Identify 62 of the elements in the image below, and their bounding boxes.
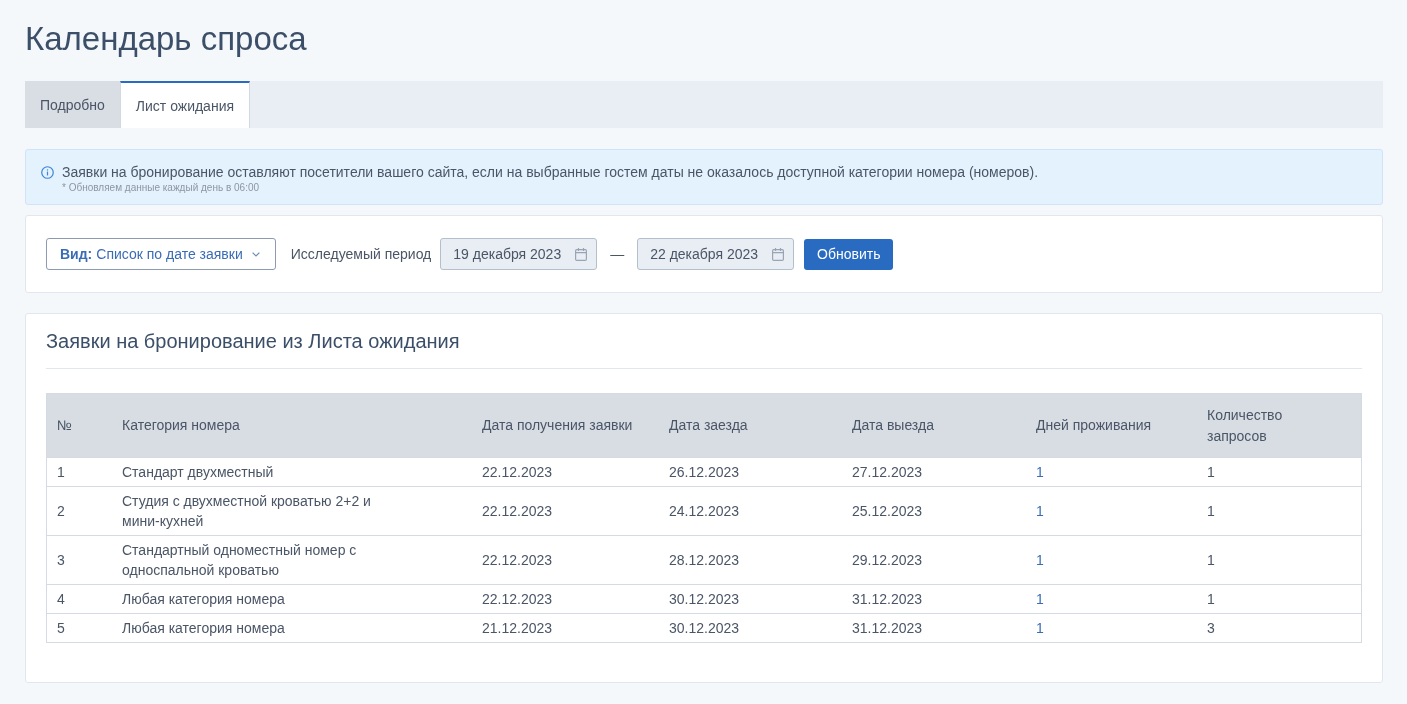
table-cell: 2 <box>46 486 112 536</box>
date-value: 22 декабря 2023 <box>650 246 759 262</box>
column-header: № <box>46 393 112 458</box>
column-header: Дата выезда <box>842 393 1026 458</box>
table-cell: 1 <box>1197 535 1362 585</box>
column-header: Дней проживания <box>1026 393 1197 458</box>
table-cell: 1 <box>1026 613 1197 643</box>
table-cell: Стандарт двухместный <box>112 457 472 487</box>
table-cell: Студия с двухместной кроватью 2+2 и мини-кухней <box>112 486 472 536</box>
view-value: Список по дате заявки <box>96 246 243 262</box>
date-separator: — <box>610 246 625 262</box>
table-cell: 1 <box>46 457 112 487</box>
table-title: Заявки на бронирование из Листа ожидания <box>46 314 1362 369</box>
table-cell: 4 <box>46 584 112 614</box>
table-cell: 25.12.2023 <box>842 486 1026 536</box>
column-header: Дата получения заявки <box>472 393 659 458</box>
table-cell: Любая категория номера <box>112 584 472 614</box>
table-cell: Стандартный одноместный номер с односпальной кроватью <box>112 535 472 585</box>
view-label: Вид: <box>60 246 93 262</box>
table-cell: 1 <box>1026 535 1197 585</box>
table-cell: 22.12.2023 <box>472 486 659 536</box>
table-cell: 27.12.2023 <box>842 457 1026 487</box>
table-cell: 30.12.2023 <box>659 613 842 643</box>
period-label: Исследуемый период <box>290 246 432 262</box>
table-cell: 1 <box>1197 486 1362 536</box>
column-header: Дата заезда <box>659 393 842 458</box>
table-cell: 1 <box>1026 486 1197 536</box>
chevron-down-icon <box>251 251 260 257</box>
table-cell: 29.12.2023 <box>842 535 1026 585</box>
page-title: Календарь спроса <box>25 19 308 59</box>
table-cell: 31.12.2023 <box>842 584 1026 614</box>
tab[interactable]: Подробно <box>25 81 120 128</box>
table-cell: 31.12.2023 <box>842 613 1026 643</box>
calendar-icon <box>772 247 785 261</box>
table-cell: 21.12.2023 <box>472 613 659 643</box>
table-cell: 5 <box>46 613 112 643</box>
table-cell: 28.12.2023 <box>659 535 842 585</box>
table-cell: 22.12.2023 <box>472 457 659 487</box>
table-cell: 3 <box>46 535 112 585</box>
info-note: * Обновляем данные каждый день в 06:00 <box>62 182 261 193</box>
info-icon <box>41 166 54 179</box>
table-cell: 26.12.2023 <box>659 457 842 487</box>
table-cell: 1 <box>1197 457 1362 487</box>
refresh-button[interactable]: Обновить <box>804 238 894 270</box>
calendar-icon <box>575 247 588 261</box>
tab[interactable]: Лист ожидания <box>119 81 251 128</box>
view-dropdown[interactable]: Вид: Список по дате заявки <box>46 238 276 270</box>
table-cell: 3 <box>1197 613 1362 643</box>
table-cell: 1 <box>1026 584 1197 614</box>
info-text: Заявки на бронирование оставляют посетители вашего сайта, если на выбранные гостем даты не оказалось доступной категории номера (номеров). <box>62 164 1039 180</box>
table-cell: 22.12.2023 <box>472 584 659 614</box>
column-header: Количество запросов <box>1197 393 1362 458</box>
table-cell: Любая категория номера <box>112 613 472 643</box>
table-cell: 30.12.2023 <box>659 584 842 614</box>
table-cell: 1 <box>1026 457 1197 487</box>
table-cell: 1 <box>1197 584 1362 614</box>
date-value: 19 декабря 2023 <box>453 246 562 262</box>
column-header: Категория номера <box>112 393 472 458</box>
table-cell: 24.12.2023 <box>659 486 842 536</box>
date-from-field[interactable]: 19 декабря 2023 <box>440 238 598 270</box>
date-to-field[interactable]: 22 декабря 2023 <box>637 238 795 270</box>
table-cell: 22.12.2023 <box>472 535 659 585</box>
